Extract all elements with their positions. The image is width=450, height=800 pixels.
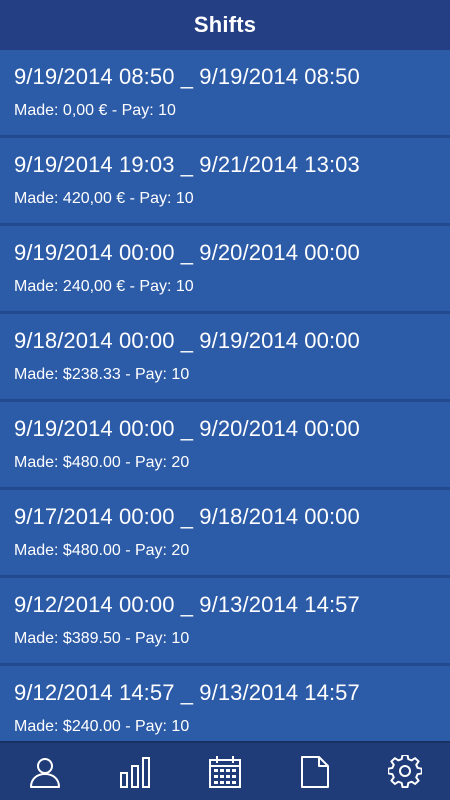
app-header: Shifts [0,0,450,51]
shift-period: 9/18/2014 00:00 _ 9/19/2014 00:00 [14,328,360,353]
shift-row[interactable]: 9/19/2014 00:00 _ 9/20/2014 00:00 Made: … [0,402,450,490]
shift-earnings: Made: $238.33 - Pay: 10 [14,366,190,383]
shift-period: 9/19/2014 00:00 _ 9/20/2014 00:00 [14,416,360,441]
shift-earnings: Made: 0,00 € - Pay: 10 [14,102,176,119]
shift-period: 9/19/2014 00:00 _ 9/20/2014 00:00 [14,240,360,265]
tab-profile[interactable] [15,743,75,800]
shift-row[interactable]: 9/17/2014 00:00 _ 9/18/2014 00:00 Made: … [0,490,450,578]
tab-calendar[interactable] [195,743,255,800]
tab-settings[interactable] [375,743,435,800]
shift-row[interactable]: 9/19/2014 00:00 _ 9/20/2014 00:00 Made: … [0,226,450,314]
shift-earnings: Made: $480.00 - Pay: 20 [14,454,190,471]
page-title: Shifts [193,12,257,37]
shift-row[interactable]: 9/18/2014 00:00 _ 9/19/2014 00:00 Made: … [0,314,450,402]
shift-earnings: Made: $240.00 - Pay: 10 [14,718,190,735]
gear-icon [388,754,422,788]
shift-earnings: Made: $480.00 - Pay: 20 [14,542,190,559]
shift-earnings: Made: $389.50 - Pay: 10 [14,630,190,647]
shift-earnings: Made: 420,00 € - Pay: 10 [14,190,194,207]
shift-period: 9/19/2014 08:50 _ 9/19/2014 08:50 [14,64,360,89]
user-icon [30,757,60,788]
shift-period: 9/12/2014 14:57 _ 9/13/2014 14:57 [14,680,360,705]
calendar-icon [209,755,241,788]
shift-period: 9/12/2014 00:00 _ 9/13/2014 14:57 [14,592,360,617]
shift-row[interactable]: 9/12/2014 14:57 _ 9/13/2014 14:57 Made: … [0,666,450,743]
shift-period: 9/19/2014 19:03 _ 9/21/2014 13:03 [14,152,360,177]
document-icon [301,755,329,788]
bar-chart-icon [120,756,150,788]
tab-reports[interactable] [285,743,345,800]
shift-earnings: Made: 240,00 € - Pay: 10 [14,278,194,295]
shift-row[interactable]: 9/19/2014 19:03 _ 9/21/2014 13:03 Made: … [0,138,450,226]
shift-row[interactable]: 9/12/2014 00:00 _ 9/13/2014 14:57 Made: … [0,578,450,666]
shift-list[interactable]: 9/19/2014 08:50 _ 9/19/2014 08:50 Made: … [0,50,450,743]
tab-statistics[interactable] [105,743,165,800]
shift-row[interactable]: 9/19/2014 08:50 _ 9/19/2014 08:50 Made: … [0,50,450,138]
app-root: Shifts 9/19/2014 08:50 _ 9/19/2014 08:50… [0,0,450,800]
bottom-tab-bar [0,741,450,800]
shift-period: 9/17/2014 00:00 _ 9/18/2014 00:00 [14,504,360,529]
